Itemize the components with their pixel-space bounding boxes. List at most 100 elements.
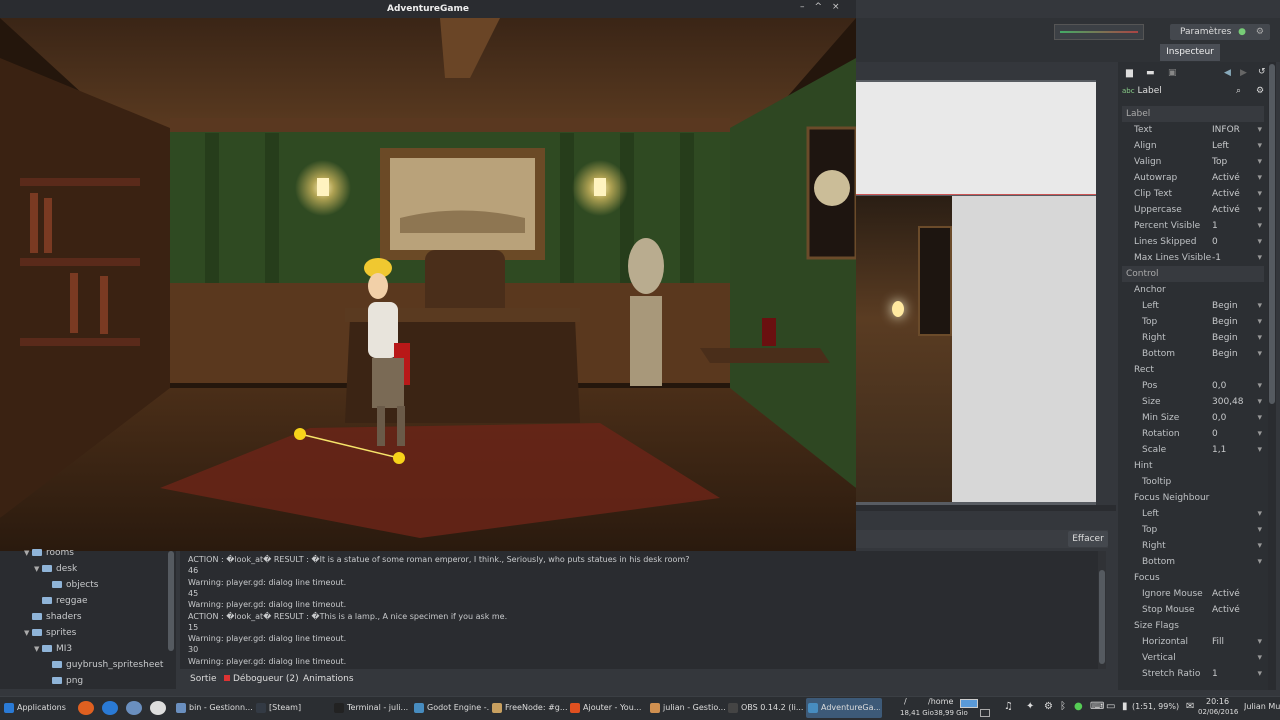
dropdown-arrow-icon[interactable]: ▾ [1257,538,1262,554]
property-row[interactable]: Valign Top ▾ [1122,154,1264,170]
dropdown-arrow-icon[interactable]: ▾ [1257,666,1262,682]
settings-button[interactable]: Paramètres ● ⚙ [1170,24,1270,40]
property-row[interactable]: Percent Visible 1 ▾ [1122,218,1264,234]
property-value[interactable]: Begin [1212,330,1238,346]
property-row[interactable]: Clip Text Activé ▾ [1122,186,1264,202]
taskbar-item[interactable]: Ajouter - You... [570,700,646,716]
dropdown-arrow-icon[interactable]: ▾ [1257,346,1262,362]
rect-row[interactable]: Pos 0,0 ▾ [1122,378,1264,394]
taskbar-item[interactable]: OBS 0.14.2 (li... [728,700,804,716]
tree-scrollbar[interactable] [168,551,174,651]
history-icon[interactable]: ↺ [1258,67,1266,77]
clock-time[interactable]: 20:16 [1206,697,1229,706]
property-value[interactable]: -1 [1212,250,1221,266]
new-resource-icon[interactable]: ▆ [1126,68,1133,78]
viewport-scrollbar[interactable] [856,505,1116,511]
messages-icon[interactable]: ✉ [1186,701,1194,712]
clear-output-button[interactable]: Effacer [1068,531,1108,547]
tree-item[interactable]: ▼ sprites [24,626,76,640]
dropdown-arrow-icon[interactable]: ▾ [1257,202,1262,218]
anchor-row[interactable]: Bottom Begin ▾ [1122,346,1264,362]
dropdown-arrow-icon[interactable]: ▾ [1257,298,1262,314]
dropdown-arrow-icon[interactable]: ▾ [1257,314,1262,330]
rect-row[interactable]: Rotation 0 ▾ [1122,426,1264,442]
bluetooth-icon[interactable]: ᛒ [1060,701,1066,712]
tab-inspector[interactable]: Inspecteur [1160,44,1220,61]
expanded-arrow-icon[interactable]: ▼ [34,642,42,656]
focus-row[interactable]: Stop Mouse Activé [1122,602,1264,618]
tree-item[interactable]: objects [44,578,98,592]
dropdown-arrow-icon[interactable]: ▾ [1257,554,1262,570]
dropdown-arrow-icon[interactable]: ▾ [1257,634,1262,650]
dropbox-icon[interactable]: ✦ [1026,701,1034,712]
section-label[interactable]: Label [1122,106,1264,122]
taskbar-item[interactable]: [Steam] [256,700,332,716]
anchor-group[interactable]: Anchor [1122,282,1264,298]
dropdown-arrow-icon[interactable]: ▾ [1257,250,1262,266]
taskbar-item[interactable]: Applications [4,700,74,716]
workspace-1[interactable] [960,699,978,708]
close-button[interactable]: × [832,2,850,12]
tree-item[interactable]: ▼ MI3 [34,642,72,656]
property-value[interactable]: Activé [1212,586,1240,602]
property-row[interactable]: Lines Skipped 0 ▾ [1122,234,1264,250]
browser-icon[interactable] [102,701,118,715]
tree-item[interactable]: ▼ desk [34,562,77,576]
size-flag-row[interactable]: Horizontal Fill ▾ [1122,634,1264,650]
keyboard-icon[interactable]: ⌨ [1090,701,1104,712]
property-row[interactable]: Max Lines Visible -1 ▾ [1122,250,1264,266]
property-row[interactable]: Uppercase Activé ▾ [1122,202,1264,218]
save-icon[interactable]: ▣ [1168,68,1177,78]
network-icon[interactable]: ● [1074,701,1083,712]
dropdown-arrow-icon[interactable]: ▾ [1257,186,1262,202]
property-value[interactable]: Begin [1212,314,1238,330]
maximize-button[interactable]: ^ [815,2,833,12]
property-value[interactable]: Fill [1212,634,1224,650]
property-value[interactable]: Top [1212,154,1227,170]
tree-item[interactable]: reggae [34,594,88,608]
section-control[interactable]: Control [1122,266,1264,282]
expanded-arrow-icon[interactable]: ▼ [24,626,32,640]
expanded-arrow-icon[interactable]: ▼ [24,546,32,560]
workspace-2[interactable] [980,709,990,717]
property-value[interactable]: Begin [1212,298,1238,314]
tree-item[interactable]: shaders [24,610,82,624]
dropdown-arrow-icon[interactable]: ▾ [1257,138,1262,154]
clock-date[interactable]: 02/06/2016 [1198,708,1238,716]
dropdown-arrow-icon[interactable]: ▾ [1257,426,1262,442]
dropdown-arrow-icon[interactable]: ▾ [1257,154,1262,170]
tab-debugger[interactable]: Débogueur (2) [224,673,299,686]
property-value[interactable]: Activé [1212,186,1240,202]
property-value[interactable]: 1,1 [1212,442,1226,458]
tree-item[interactable]: png [44,674,83,688]
property-row[interactable]: Autowrap Activé ▾ [1122,170,1264,186]
tree-item[interactable]: ▼ rooms [24,546,74,560]
taskbar-item[interactable]: julian - Gestio... [650,700,726,716]
file-manager-icon[interactable] [126,701,142,715]
dropdown-arrow-icon[interactable]: ▾ [1257,522,1262,538]
tab-output[interactable]: Sortie [190,673,217,686]
rect-row[interactable]: Min Size 0,0 ▾ [1122,410,1264,426]
inspector-scroll-thumb[interactable] [1269,64,1275,404]
dropdown-arrow-icon[interactable]: ▾ [1257,378,1262,394]
taskbar-item[interactable]: Terminal - juli... [334,700,410,716]
battery-icon[interactable]: ▮ [1122,701,1128,712]
hint-group[interactable]: Hint [1122,458,1264,474]
property-value[interactable]: Left [1212,138,1229,154]
focus-neighbour-group[interactable]: Focus Neighbour [1122,490,1264,506]
user-name[interactable]: Julian Murgia [1244,702,1280,711]
focus-neighbour-row[interactable]: Top ▾ [1122,522,1264,538]
steam-icon[interactable]: ⚙ [1044,701,1053,712]
dropdown-arrow-icon[interactable]: ▾ [1257,650,1262,666]
property-row[interactable]: Text INFOR ▾ [1122,122,1264,138]
dropdown-arrow-icon[interactable]: ▾ [1257,170,1262,186]
property-value[interactable]: Activé [1212,602,1240,618]
dropdown-arrow-icon[interactable]: ▾ [1257,330,1262,346]
output-scroll-thumb[interactable] [1099,570,1105,664]
property-value[interactable]: 1 [1212,218,1218,234]
size-flags-group[interactable]: Size Flags [1122,618,1264,634]
anchor-row[interactable]: Top Begin ▾ [1122,314,1264,330]
focus-neighbour-row[interactable]: Left ▾ [1122,506,1264,522]
focus-neighbour-row[interactable]: Bottom ▾ [1122,554,1264,570]
search-icon[interactable]: ⌕ [1236,86,1241,96]
